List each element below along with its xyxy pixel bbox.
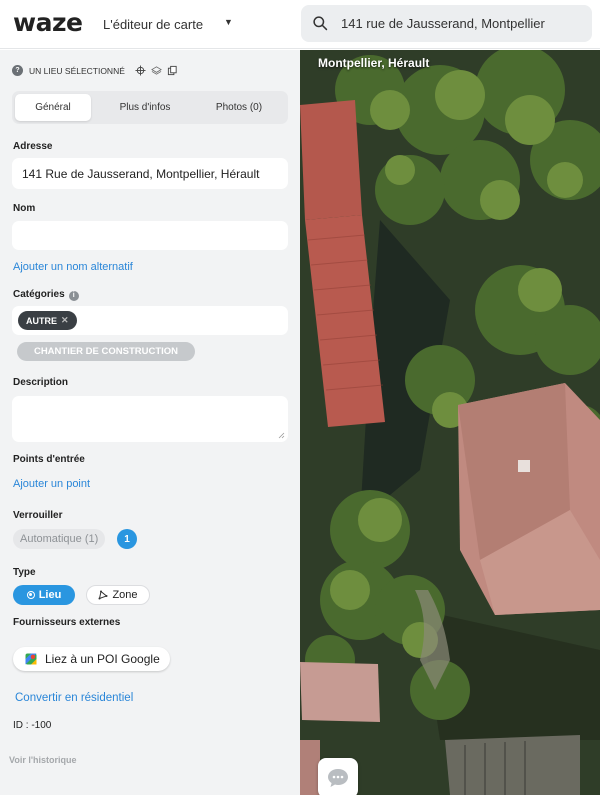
category-suggestion-chip[interactable]: CHANTIER DE CONSTRUCTION: [17, 342, 195, 361]
categories-label: Catégories i: [13, 289, 79, 301]
convert-residential-link[interactable]: Convertir en résidentiel: [15, 692, 133, 704]
category-chip-label: AUTRE: [26, 315, 57, 326]
info-icon[interactable]: i: [68, 291, 79, 301]
satellite-imagery: [300, 50, 600, 795]
edit-panel: ? UN LIEU SÉLECTIONNÉ Général Plus d'inf…: [0, 50, 300, 795]
app-title[interactable]: L'éditeur de carte: [103, 17, 203, 32]
waze-logo[interactable]: waze: [13, 8, 83, 37]
top-bar: waze L'éditeur de carte ▼ 141 rue de Jau…: [0, 0, 600, 49]
selection-label: UN LIEU SÉLECTIONNÉ: [29, 65, 125, 76]
search-bar[interactable]: 141 rue de Jausserand, Montpellier: [301, 5, 592, 42]
chat-button[interactable]: [318, 758, 358, 795]
tab-photos[interactable]: Photos (0): [193, 94, 285, 121]
remove-icon[interactable]: ✕: [61, 315, 69, 326]
radio-selected-icon: [26, 591, 35, 599]
name-field[interactable]: [12, 221, 288, 250]
chat-icon: [328, 769, 348, 787]
address-field[interactable]: 141 Rue de Jausserand, Montpellier, Héra…: [12, 158, 288, 189]
link-google-poi-button[interactable]: Liez à un POI Google: [13, 647, 170, 671]
caret-down-icon[interactable]: ▼: [224, 17, 233, 27]
categories-label-text: Catégories: [13, 289, 65, 300]
type-zone-button[interactable]: Zone: [86, 585, 150, 605]
google-button-label: Liez à un POI Google: [45, 652, 160, 666]
resize-grip-icon[interactable]: [278, 432, 285, 439]
selection-header: ? UN LIEU SÉLECTIONNÉ: [12, 65, 178, 76]
address-value[interactable]: 141 Rue de Jausserand, Montpellier, Héra…: [22, 167, 259, 181]
help-icon[interactable]: ?: [12, 65, 23, 76]
search-input[interactable]: 141 rue de Jausserand, Montpellier: [341, 16, 545, 31]
address-label: Adresse: [13, 141, 53, 152]
type-lieu-button[interactable]: Lieu: [13, 585, 75, 605]
lock-level-1[interactable]: 1: [117, 529, 137, 549]
layers-icon[interactable]: [151, 65, 162, 76]
description-field[interactable]: [12, 396, 288, 442]
description-label: Description: [13, 377, 69, 388]
place-id: ID : -100: [13, 720, 52, 731]
tab-bar: Général Plus d'infos Photos (0): [12, 91, 288, 124]
history-link[interactable]: Voir l'historique: [9, 755, 76, 765]
add-point-link[interactable]: Ajouter un point: [13, 478, 90, 490]
search-icon: [313, 16, 328, 31]
entry-points-label: Points d'entrée: [13, 454, 85, 465]
add-alt-name-link[interactable]: Ajouter un nom alternatif: [13, 261, 133, 273]
tab-more-info[interactable]: Plus d'infos: [97, 94, 193, 121]
crosshair-icon[interactable]: [135, 65, 146, 76]
type-lieu-label: Lieu: [38, 589, 62, 601]
tab-general[interactable]: Général: [15, 94, 91, 121]
google-maps-icon: [25, 653, 37, 665]
map-location-label: Montpellier, Hérault: [318, 56, 430, 70]
providers-label: Fournisseurs externes: [13, 617, 121, 628]
copy-icon[interactable]: [167, 65, 178, 76]
category-chip[interactable]: AUTRE ✕: [18, 311, 77, 330]
lock-auto-option[interactable]: Automatique (1): [13, 529, 106, 549]
type-zone-label: Zone: [112, 589, 138, 601]
satellite-map[interactable]: Montpellier, Hérault: [300, 50, 600, 795]
type-label: Type: [13, 567, 36, 578]
lock-label: Verrouiller: [13, 510, 63, 521]
name-label: Nom: [13, 203, 36, 214]
area-polygon-icon: [98, 590, 108, 600]
